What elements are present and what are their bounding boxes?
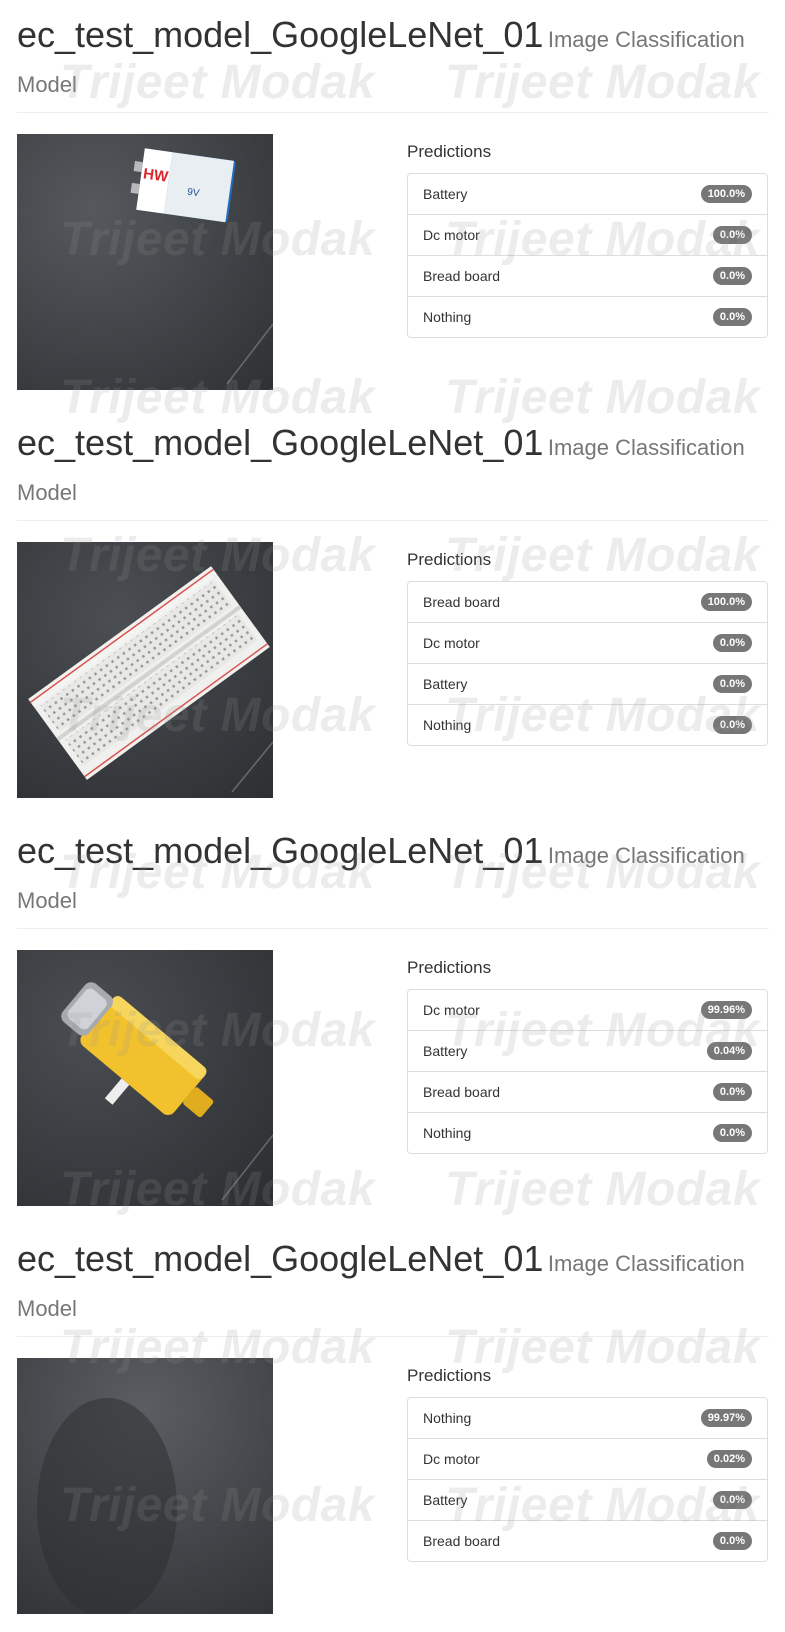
predictions-heading: Predictions [407, 958, 492, 977]
result-card: ec_test_model_GoogleLeNet_01 Image Class… [17, 0, 769, 408]
prediction-label: Dc motor [423, 227, 480, 243]
battery-voltage-text: 9V [186, 187, 200, 200]
list-item: Bread board 0.0% [408, 1520, 767, 1561]
probability-badge: 0.0% [712, 267, 752, 285]
divider [17, 520, 769, 521]
battery-brand-text: HW [142, 165, 170, 185]
list-item: Nothing 0.0% [408, 296, 767, 337]
prediction-label: Dc motor [423, 1451, 480, 1467]
list-item: Bread board 0.0% [408, 1071, 767, 1112]
result-card: ec_test_model_GoogleLeNet_01 Image Class… [17, 408, 769, 816]
result-card: ec_test_model_GoogleLeNet_01 Image Class… [17, 816, 769, 1224]
predictions-list: Bread board 100.0% Dc motor 0.0% Battery 0.… [407, 581, 768, 746]
predictions-heading: Predictions [407, 550, 492, 569]
divider [17, 928, 769, 929]
probability-badge: 0.0% [712, 226, 752, 244]
prediction-label: Dc motor [423, 635, 480, 651]
list-item: Battery 100.0% [408, 174, 767, 214]
predictions-list: Nothing 99.97% Dc motor 0.02% Battery 0.0% … [407, 1397, 768, 1562]
probability-badge: 100.0% [700, 593, 752, 611]
prediction-label: Bread board [423, 594, 501, 610]
list-item: Battery 0.0% [408, 1479, 767, 1520]
probability-badge: 0.0% [712, 1083, 752, 1101]
prediction-label: Bread board [423, 1084, 501, 1100]
prediction-label: Bread board [423, 1533, 501, 1549]
predictions-heading: Predictions [407, 1366, 492, 1385]
page-header: ec_test_model_GoogleLeNet_01 Image Class… [17, 14, 769, 109]
prediction-label: Bread board [423, 268, 501, 284]
page-header: ec_test_model_GoogleLeNet_01 Image Class… [17, 1238, 769, 1333]
divider [17, 112, 769, 113]
probability-badge: 0.0% [712, 716, 752, 734]
prediction-label: Battery [423, 1492, 468, 1508]
input-image [17, 1358, 273, 1614]
list-item: Nothing 0.0% [408, 1112, 767, 1153]
prediction-label: Nothing [423, 1410, 472, 1426]
input-image: HW 9V [17, 134, 273, 390]
probability-badge: 0.04% [706, 1042, 752, 1060]
probability-badge: 0.0% [712, 1532, 752, 1550]
list-item: Nothing 0.0% [408, 704, 767, 745]
prediction-label: Battery [423, 1043, 468, 1059]
predictions-list: Battery 100.0% Dc motor 0.0% Bread board 0.… [407, 173, 768, 338]
divider [17, 1336, 769, 1337]
prediction-label: Nothing [423, 1125, 472, 1141]
probability-badge: 0.02% [706, 1450, 752, 1468]
model-title: ec_test_model_GoogleLeNet_01 [17, 14, 544, 55]
probability-badge: 0.0% [712, 1491, 752, 1509]
prediction-label: Battery [423, 676, 468, 692]
input-image [17, 542, 273, 798]
probability-badge: 0.0% [712, 308, 752, 326]
page-header: ec_test_model_GoogleLeNet_01 Image Class… [17, 422, 769, 517]
page-header: ec_test_model_GoogleLeNet_01 Image Class… [17, 830, 769, 925]
list-item: Bread board 0.0% [408, 255, 767, 296]
list-item: Bread board 100.0% [408, 582, 767, 622]
probability-badge: 0.0% [712, 634, 752, 652]
list-item: Dc motor 0.0% [408, 622, 767, 663]
probability-badge: 100.0% [700, 185, 752, 203]
probability-badge: 99.97% [700, 1409, 752, 1427]
probability-badge: 99.96% [700, 1001, 752, 1019]
result-card: ec_test_model_GoogleLeNet_01 Image Class… [17, 1224, 769, 1632]
predictions-list: Dc motor 99.96% Battery 0.04% Bread board 0… [407, 989, 768, 1154]
list-item: Nothing 99.97% [408, 1398, 767, 1438]
probability-badge: 0.0% [712, 675, 752, 693]
list-item: Dc motor 0.02% [408, 1438, 767, 1479]
list-item: Battery 0.04% [408, 1030, 767, 1071]
list-item: Dc motor 99.96% [408, 990, 767, 1030]
model-title: ec_test_model_GoogleLeNet_01 [17, 830, 544, 871]
prediction-label: Dc motor [423, 1002, 480, 1018]
predictions-heading: Predictions [407, 142, 492, 161]
model-title: ec_test_model_GoogleLeNet_01 [17, 1238, 544, 1279]
list-item: Dc motor 0.0% [408, 214, 767, 255]
input-image [17, 950, 273, 1206]
prediction-label: Nothing [423, 717, 472, 733]
prediction-label: Battery [423, 186, 468, 202]
prediction-label: Nothing [423, 309, 472, 325]
model-title: ec_test_model_GoogleLeNet_01 [17, 422, 544, 463]
list-item: Battery 0.0% [408, 663, 767, 704]
probability-badge: 0.0% [712, 1124, 752, 1142]
